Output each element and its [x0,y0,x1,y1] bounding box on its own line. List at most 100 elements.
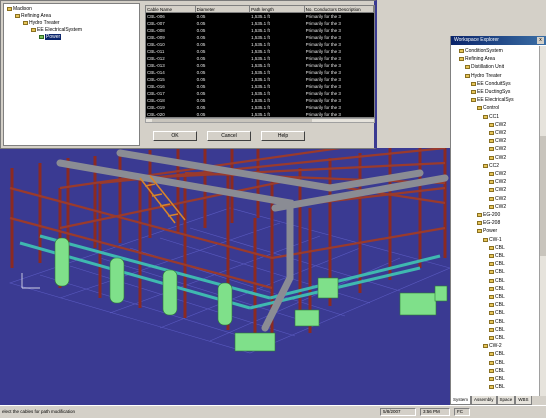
spec-tree-node[interactable]: EE DuctingSys [471,89,510,95]
tree-node[interactable]: Refining Area [15,13,51,19]
table-cell: CBL-009 [147,35,165,40]
tab-system[interactable]: System [450,396,472,405]
table-cell: 1,535.1 ft [251,112,270,117]
spec-tree-label: CBL [495,310,505,317]
node-icon [489,147,494,152]
spec-tree-node[interactable]: CBL [489,294,505,300]
table-cell: 0.05 [196,28,206,33]
spec-tree-node[interactable]: CBL [489,261,505,267]
specification-tree[interactable]: ConditionSystem Refining Area Distillation… [451,46,539,396]
spec-tree-node[interactable]: CC2 [483,163,499,169]
spec-tree-node[interactable]: CBL [489,376,505,382]
spec-tree-node[interactable]: CW2 [489,204,506,210]
spec-tree-node[interactable]: CBL [489,327,505,333]
spec-tree-node[interactable]: CC1 [483,114,499,120]
col-diameter[interactable]: Diameter [196,6,251,12]
tree-node[interactable]: Hydro Treater [23,20,60,26]
tree-node[interactable]: Power [39,34,62,40]
table-cell: Primarily for the 3 [305,105,341,110]
spec-tree-node[interactable]: Control [477,105,499,111]
ok-button[interactable]: OK [153,131,197,141]
spec-tree-node[interactable]: CBL [489,302,505,308]
spec-tree-node[interactable]: CW2 [489,122,506,128]
workspace-explorer-titlebar[interactable]: Workspace Explorer x [451,36,546,45]
spec-tree-node[interactable]: EE ElectricalSys [471,97,514,103]
spec-tree-node[interactable]: CBL [489,269,505,275]
spec-tree-node[interactable]: Hydro Treater [465,73,502,79]
table-row[interactable]: CBL-012 0.05 1,535.1 ft Primarily for the 3 [146,55,374,62]
spec-tree-node[interactable]: CW2 [489,179,506,185]
table-row[interactable]: CBL-014 0.05 1,535.1 ft Primarily for the 3 [146,69,374,76]
spec-tree-label: CW-1 [489,236,502,243]
spec-tree-node[interactable]: CBL [489,286,505,292]
spec-tree-label: CBL [495,302,505,309]
tree-node[interactable]: Madison [7,6,32,12]
table-row[interactable]: CBL-008 0.05 1,535.1 ft Primarily for the 3 [146,27,374,34]
horizontal-scrollbar[interactable] [145,118,375,123]
spec-tree-node[interactable]: CW2 [489,187,506,193]
table-row[interactable]: CBL-010 0.05 1,535.1 ft Primarily for the 3 [146,41,374,48]
spec-tree-node[interactable]: CW2 [489,196,506,202]
spec-tree-node[interactable]: Refining Area [459,56,495,62]
spec-tree-node[interactable]: CBL [489,368,505,374]
table-row[interactable]: CBL-009 0.05 1,535.1 ft Primarily for the 3 [146,34,374,41]
vertical-scrollbar[interactable] [539,46,546,396]
spec-tree-node[interactable]: CBL [489,384,505,390]
table-body: CBL-006 0.05 1,535.1 ft Primarily for the 3… [146,13,374,117]
spec-tree-node[interactable]: CW2 [489,155,506,161]
spec-tree-node[interactable]: EG-200 [477,212,500,218]
col-path-length[interactable]: Path length [250,6,305,12]
spec-tree-node[interactable]: CW2 [489,130,506,136]
cancel-button[interactable]: Cancel [207,131,251,141]
table-row[interactable]: CBL-007 0.05 1,535.1 ft Primarily for the 3 [146,20,374,27]
spec-tree-node[interactable]: EE ConduitSys [471,81,511,87]
spec-tree-node[interactable]: CBL [489,351,505,357]
dialog-tree[interactable]: Madison Refining Area Hydro Treater EE Elec… [3,3,140,146]
tab-space[interactable]: Space [496,396,516,405]
tab-assembly[interactable]: Assembly [471,396,497,405]
node-icon [489,139,494,144]
spec-tree-label: EE ConduitSys [477,80,511,87]
tab-wbs[interactable]: WBS [515,396,532,405]
node-icon [489,188,494,193]
table-row[interactable]: CBL-019 0.05 1,535.1 ft Primarily for the 3 [146,104,374,111]
spec-tree-node[interactable]: EG-208 [477,220,500,226]
table-row[interactable]: CBL-016 0.05 1,535.1 ft Primarily for the 3 [146,83,374,90]
table-cell: Primarily for the 3 [305,112,341,117]
tree-node[interactable]: EE ElectricalSystem [31,27,82,33]
table-row[interactable]: CBL-017 0.05 1,535.1 ft Primarily for the 3 [146,90,374,97]
close-icon[interactable]: x [537,37,544,44]
spec-tree-node[interactable]: CBL [489,310,505,316]
col-cable-name[interactable]: Cable Name [146,6,196,12]
table-row[interactable]: CBL-015 0.05 1,535.1 ft Primarily for the 3 [146,76,374,83]
table-row[interactable]: CBL-006 0.05 1,535.1 ft Primarily for the 3 [146,13,374,20]
spec-tree-node[interactable]: CBL [489,253,505,259]
status-date: 5/8/2007 [380,408,416,416]
spec-tree-node[interactable]: ConditionSystem [459,48,503,54]
explorer-tabs: System Assembly Space WBS [450,396,546,405]
spec-tree-label: CC1 [489,113,500,120]
help-button[interactable]: Help [261,131,305,141]
node-icon [471,81,476,86]
spec-tree-node[interactable]: CW-1 [483,237,502,243]
col-description[interactable]: No. Conductors Description [305,6,374,12]
table-row[interactable]: CBL-020 0.05 1,535.1 ft Primarily for the 3 [146,111,374,117]
table-cell: 1,535.1 ft [251,84,270,89]
table-row[interactable]: CBL-018 0.05 1,535.1 ft Primarily for the 3 [146,97,374,104]
spec-tree-node[interactable]: CBL [489,245,505,251]
3d-viewport[interactable] [0,148,450,405]
table-cell: 1,535.1 ft [251,77,270,82]
spec-tree-node[interactable]: CW-2 [483,343,502,349]
spec-tree-node[interactable]: Power [477,228,497,234]
spec-tree-node[interactable]: CBL [489,278,505,284]
spec-tree-node[interactable]: CW2 [489,146,506,152]
spec-tree-node[interactable]: CBL [489,319,505,325]
spec-tree-node[interactable]: CBL [489,360,505,366]
spec-tree-node[interactable]: Distillation Unit [465,64,504,70]
table-row[interactable]: CBL-013 0.05 1,535.1 ft Primarily for the 3 [146,62,374,69]
spec-tree-node[interactable]: CW2 [489,138,506,144]
spec-tree-node[interactable]: CBL [489,335,505,341]
spec-tree-node[interactable]: CW2 [489,171,506,177]
table-row[interactable]: CBL-011 0.05 1,535.1 ft Primarily for the 3 [146,48,374,55]
cable-table[interactable]: Cable Name Diameter Path length No. Cond… [145,5,375,118]
